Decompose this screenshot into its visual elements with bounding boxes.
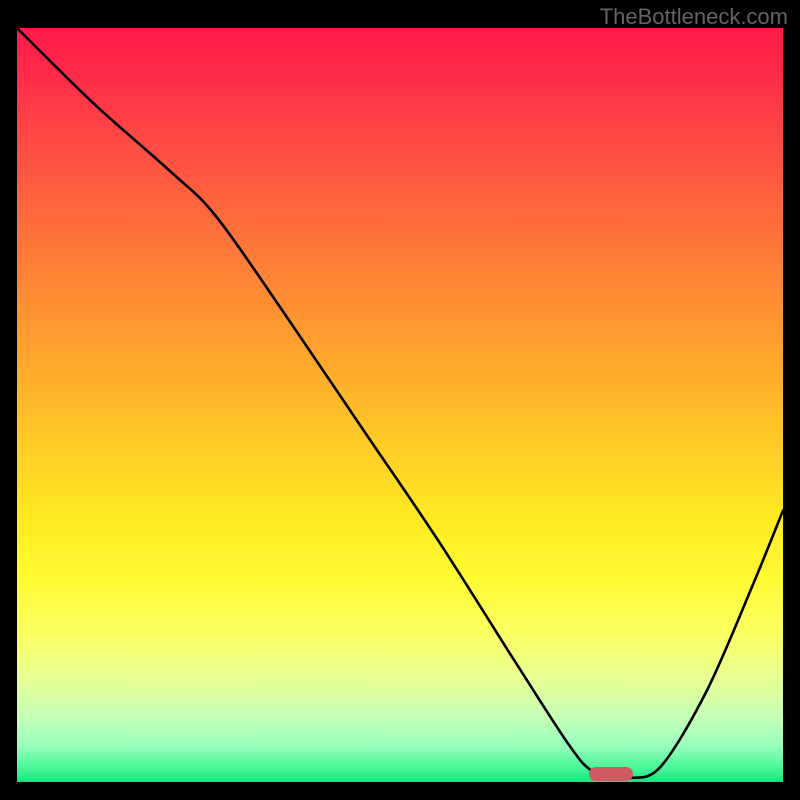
optimum-marker	[589, 767, 633, 781]
plot-area	[17, 28, 783, 782]
bottleneck-curve	[17, 28, 783, 782]
watermark-text: TheBottleneck.com	[600, 4, 788, 30]
